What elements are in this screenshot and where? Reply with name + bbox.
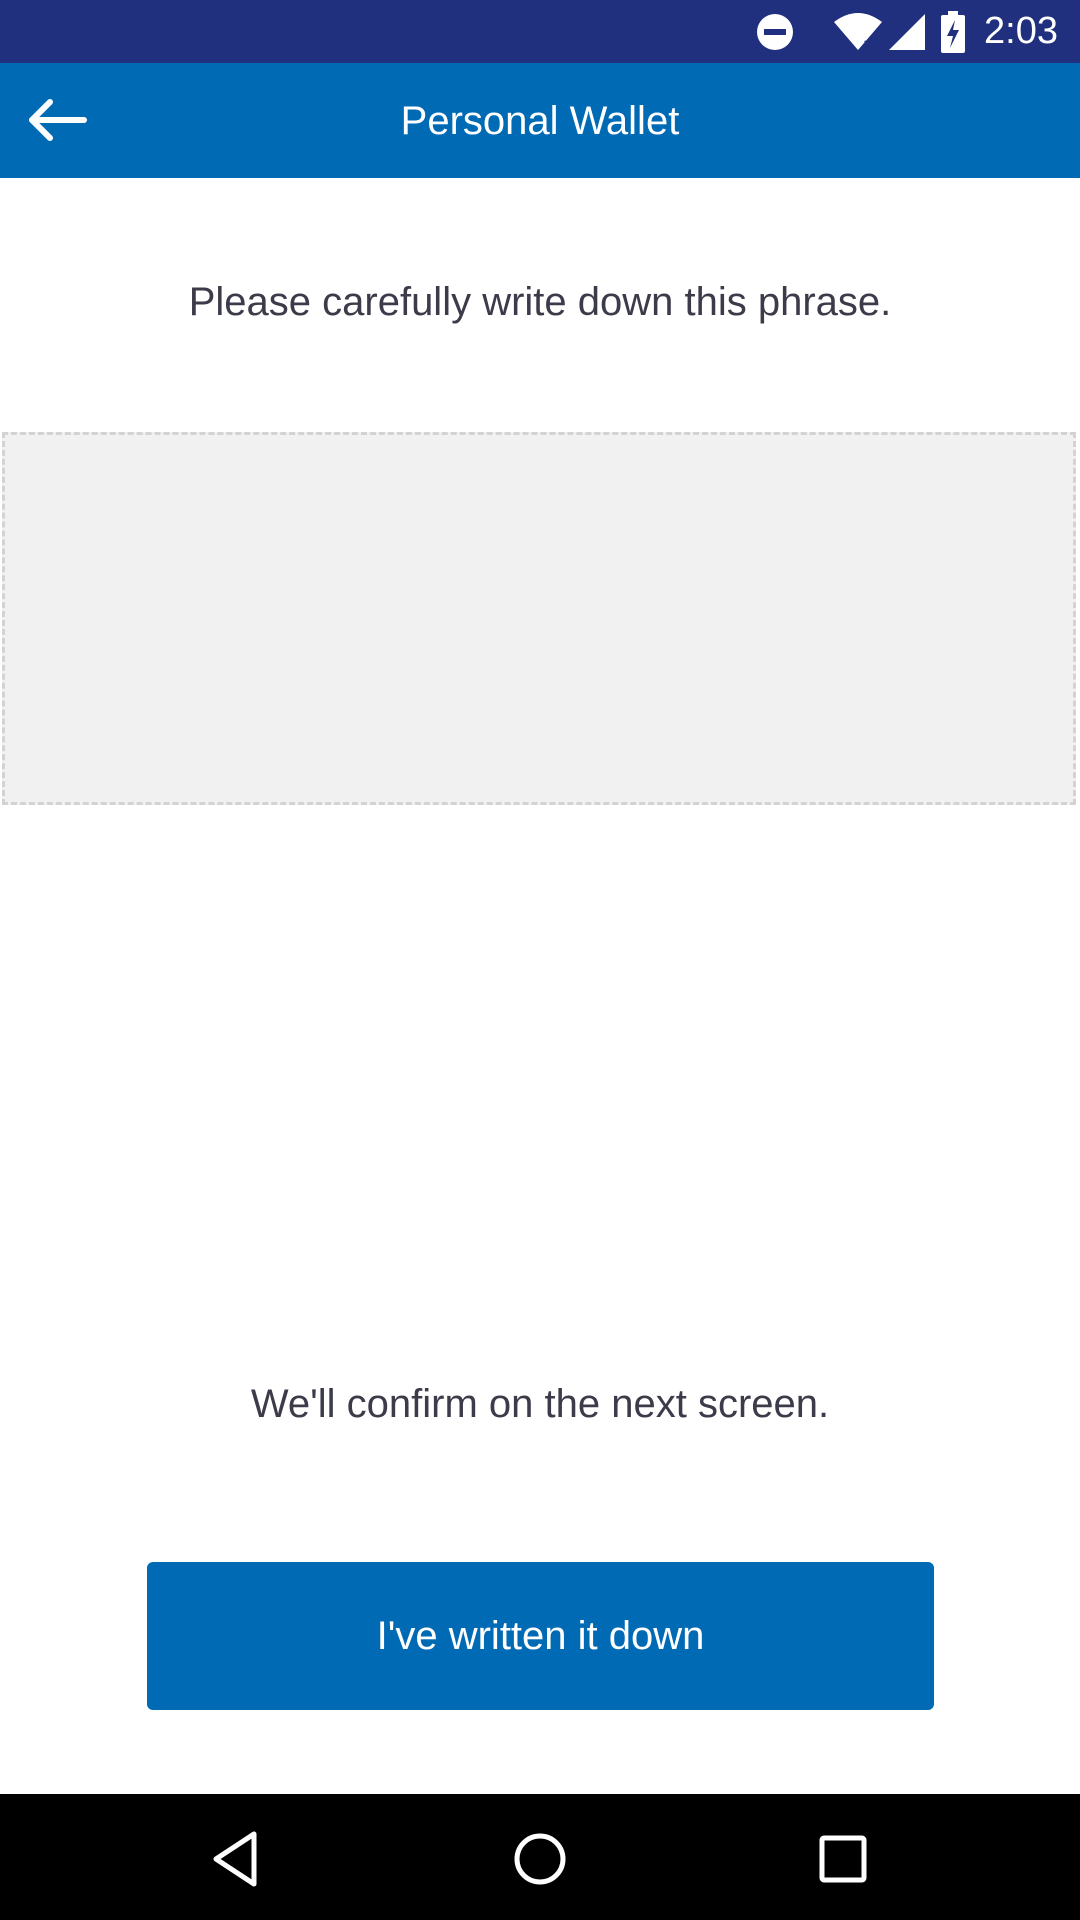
instruction-text: Please carefully write down this phrase. [188,280,892,324]
battery-charging-icon [941,11,965,53]
svg-text:×: × [862,35,875,52]
nav-recents-button[interactable] [808,1824,878,1894]
page-title: Personal Wallet [400,99,680,143]
app-bar: Personal Wallet [0,63,1080,178]
written-it-down-button[interactable]: I've written it down [147,1562,934,1710]
recents-square-icon [819,1835,867,1883]
confirm-note: We'll confirm on the next screen. [250,1382,830,1426]
status-bar: × 2:03 [0,0,1080,63]
nav-back-button[interactable] [202,1824,272,1894]
nav-home-button[interactable] [505,1824,575,1894]
navigation-bar [0,1794,1080,1920]
home-circle-icon [514,1833,566,1885]
signal-icon [889,14,925,50]
recovery-phrase-box [2,432,1076,805]
wifi-icon: × [834,13,882,52]
back-triangle-icon [213,1831,257,1887]
status-time: 2:03 [984,10,1058,52]
do-not-disturb-icon [757,14,793,50]
